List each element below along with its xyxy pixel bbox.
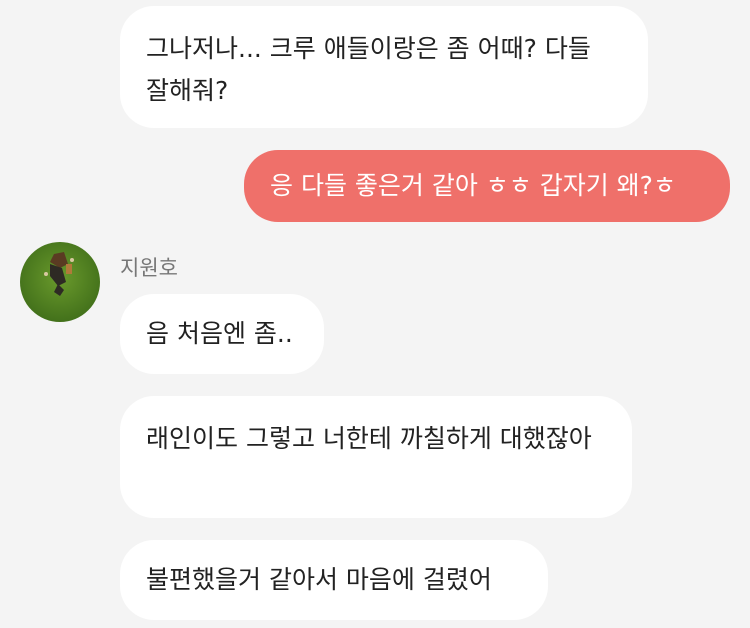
message-bubble-received: 불편했을거 같아서 마음에 걸렸어 [120, 540, 548, 620]
sender-name: 지원호 [120, 256, 178, 280]
message-text: 그나저나... 크루 애들이랑은 좀 어때? 다들 잘해줘? [146, 34, 591, 105]
message-bubble-sent: 응 다들 좋은거 같아 ㅎㅎ 갑자기 왜?ㅎ [244, 150, 730, 222]
message-bubble-received: 래인이도 그렇고 너한테 까칠하게 대했잖아 [120, 396, 632, 518]
sender-avatar[interactable] [20, 242, 100, 322]
message-bubble-received: 그나저나... 크루 애들이랑은 좀 어때? 다들 잘해줘? [120, 6, 648, 128]
message-text: 불편했을거 같아서 마음에 걸렸어 [146, 565, 492, 594]
message-text: 응 다들 좋은거 같아 ㅎㅎ 갑자기 왜?ㅎ [270, 171, 676, 200]
message-bubble-received: 음 처음엔 좀.. [120, 294, 324, 374]
profile-photo-icon [20, 242, 100, 322]
message-text: 음 처음엔 좀.. [146, 319, 293, 348]
message-text: 래인이도 그렇고 너한테 까칠하게 대했잖아 [146, 424, 592, 453]
